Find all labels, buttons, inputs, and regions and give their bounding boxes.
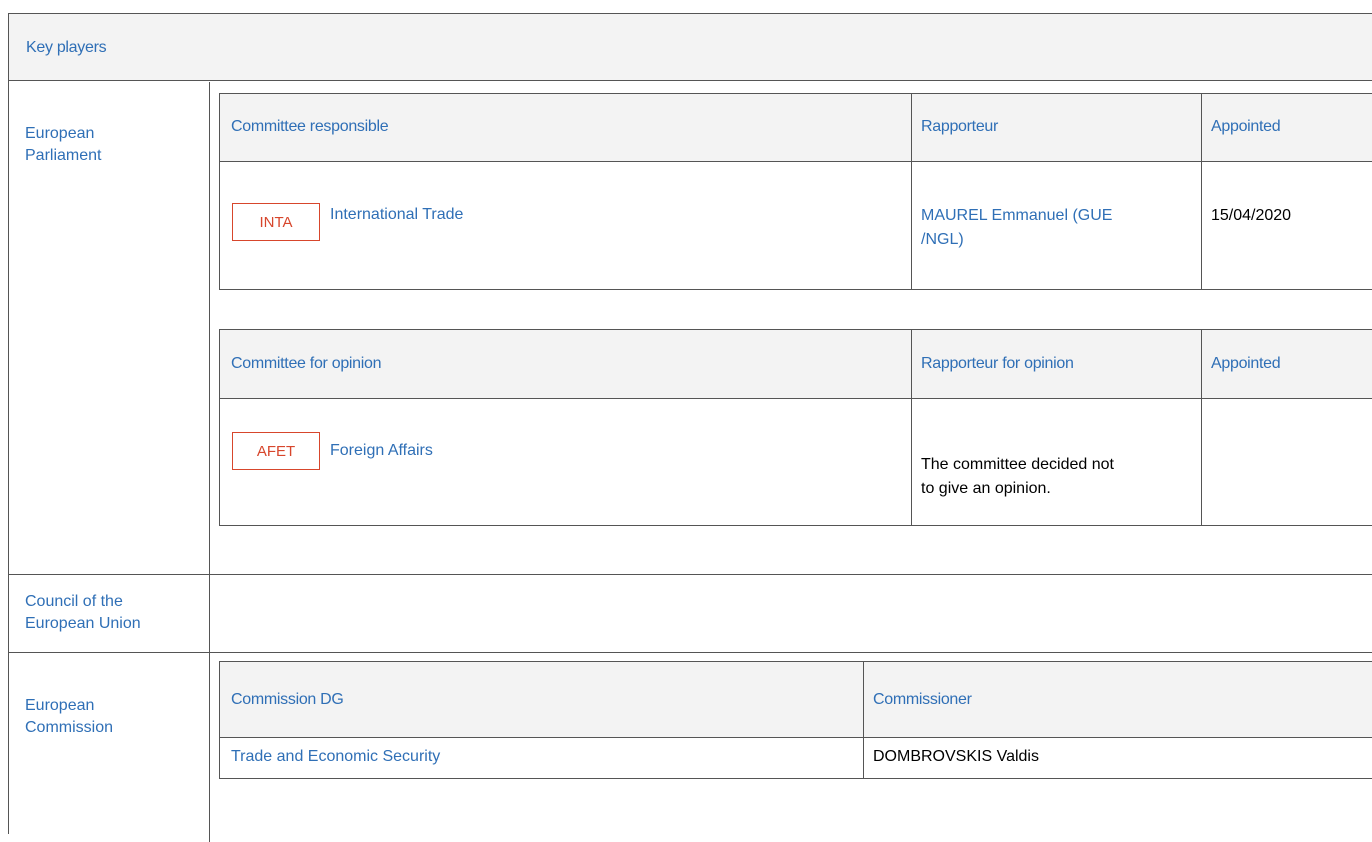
col-appointed: Appointed <box>1211 118 1281 135</box>
column-divider <box>911 94 912 289</box>
rapporteur-link[interactable]: MAUREL Emmanuel (GUE /NGL) <box>921 204 1112 252</box>
committee-link-foreign-affairs[interactable]: Foreign Affairs <box>330 439 433 463</box>
label-line: Parliament <box>25 147 102 164</box>
col-committee-responsible: Committee responsible <box>231 118 389 135</box>
column-divider <box>911 330 912 525</box>
table-header: Commission DG Commissioner <box>220 662 1372 738</box>
key-players-panel: Key players European Parliament Committe… <box>8 13 1372 842</box>
label-line: Commission <box>25 719 114 736</box>
col-appointed: Appointed <box>1211 355 1281 372</box>
note-line: The committee decided not <box>921 456 1114 473</box>
col-rapporteur: Rapporteur <box>921 118 999 135</box>
row-divider <box>9 574 1372 575</box>
commission-table: Commission DG Commissioner Trade and Eco… <box>219 661 1372 779</box>
label-line: European <box>25 697 95 714</box>
column-divider <box>1201 330 1202 525</box>
committee-responsible-table: Committee responsible Rapporteur Appoint… <box>219 93 1372 290</box>
committee-tag-afet[interactable]: AFET <box>232 432 320 470</box>
panel-title-bar: Key players <box>9 14 1372 81</box>
rapporteur-line: MAUREL Emmanuel (GUE <box>921 207 1113 224</box>
column-divider <box>1201 94 1202 289</box>
european-parliament-link[interactable]: European Parliament <box>25 123 195 167</box>
column-divider <box>209 82 210 842</box>
commissioner-name: DOMBROVSKIS Valdis <box>873 748 1039 765</box>
appointed-date: 15/04/2020 <box>1211 207 1292 224</box>
table-header: Committee for opinion Rapporteur for opi… <box>220 330 1372 399</box>
rapporteur-line: /NGL) <box>921 231 964 248</box>
european-commission-link[interactable]: European Commission <box>25 695 195 739</box>
no-opinion-note: The committee decided not to give an opi… <box>921 453 1114 501</box>
col-rapporteur-opinion: Rapporteur for opinion <box>921 355 1074 372</box>
commission-dg-link[interactable]: Trade and Economic Security <box>231 745 440 769</box>
label-line: Council of the <box>25 593 123 610</box>
row-divider <box>9 652 1372 653</box>
col-commissioner: Commissioner <box>873 691 972 708</box>
council-link[interactable]: Council of the European Union <box>25 591 195 635</box>
committee-opinion-table: Committee for opinion Rapporteur for opi… <box>219 329 1372 526</box>
column-divider <box>863 662 864 778</box>
committee-link-international-trade[interactable]: International Trade <box>330 203 463 227</box>
panel-title: Key players <box>26 39 107 56</box>
label-line: European Union <box>25 615 141 632</box>
committee-tag-inta[interactable]: INTA <box>232 203 320 241</box>
table-header: Committee responsible Rapporteur Appoint… <box>220 94 1372 162</box>
label-line: European <box>25 125 95 142</box>
col-committee-opinion: Committee for opinion <box>231 355 382 372</box>
note-line: to give an opinion. <box>921 480 1051 497</box>
col-commission-dg: Commission DG <box>231 691 344 708</box>
